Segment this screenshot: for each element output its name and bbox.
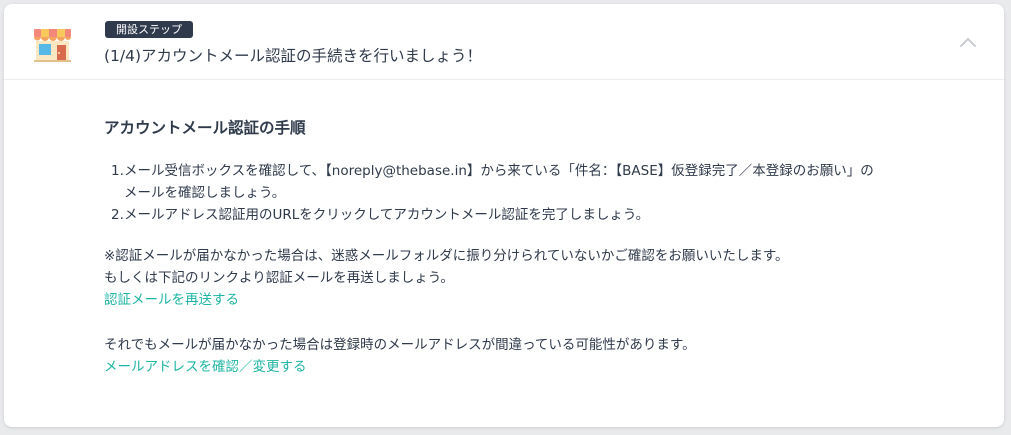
card-header[interactable]: 開設ステップ (1/4)アカウントメール認証の手続きを行いましょう！ bbox=[4, 4, 1004, 80]
step-number: 1. bbox=[111, 163, 124, 179]
chevron-up-icon[interactable] bbox=[956, 32, 980, 52]
note-text: もしくは下記のリンクより認証メールを再送しましょう。 bbox=[104, 270, 454, 286]
step-badge: 開設ステップ bbox=[105, 21, 193, 38]
change-email-link[interactable]: メールアドレスを確認／変更する bbox=[104, 356, 307, 378]
step-text: メール受信ボックスを確認して、【noreply@thebase.in】から来てい… bbox=[124, 163, 874, 179]
step-item: 1. メール受信ボックスを確認して、【noreply@thebase.in】から… bbox=[104, 160, 874, 204]
fallback-block: それでもメールが届かなかった場合は登録時のメールアドレスが間違っている可能性があ… bbox=[104, 334, 696, 378]
card-title: (1/4)アカウントメール認証の手続きを行いましょう！ bbox=[104, 47, 483, 65]
fallback-text: それでもメールが届かなかった場合は登録時のメールアドレスが間違っている可能性があ… bbox=[104, 337, 696, 353]
steps-list: 1. メール受信ボックスを確認して、【noreply@thebase.in】から… bbox=[104, 160, 874, 226]
shop-icon bbox=[34, 29, 71, 62]
step-text: メールアドレス認証用のURLをクリックしてアカウントメール認証を完了しましょう。 bbox=[124, 207, 650, 223]
note-block: ※認証メールが届かなかった場合は、迷惑メールフォルダに振り分けられていないかご確… bbox=[104, 245, 789, 311]
step-item: 2. メールアドレス認証用のURLをクリックしてアカウントメール認証を完了しまし… bbox=[104, 204, 874, 226]
step-text: メールを確認しましょう。 bbox=[124, 185, 286, 201]
resend-email-link[interactable]: 認証メールを再送する bbox=[104, 289, 239, 311]
step-number: 2. bbox=[111, 207, 124, 223]
account-verification-card: 開設ステップ (1/4)アカウントメール認証の手続きを行いましょう！ アカウント… bbox=[4, 4, 1004, 427]
section-title: アカウントメール認証の手順 bbox=[104, 119, 306, 137]
note-text: ※認証メールが届かなかった場合は、迷惑メールフォルダに振り分けられていないかご確… bbox=[104, 248, 789, 264]
